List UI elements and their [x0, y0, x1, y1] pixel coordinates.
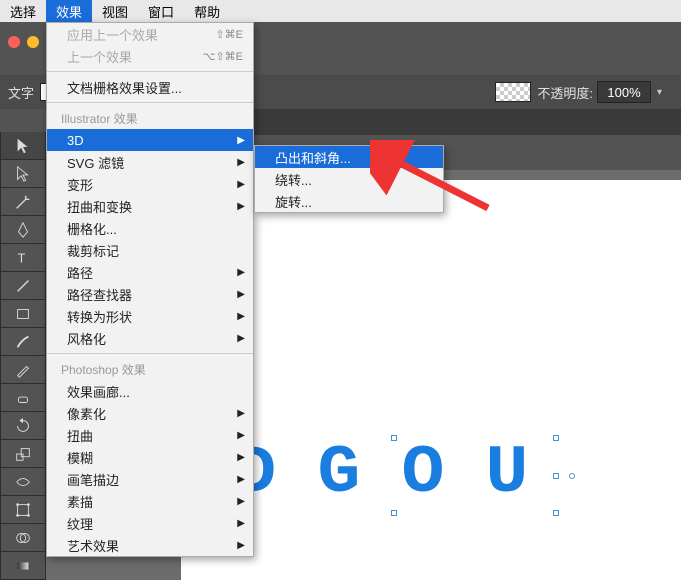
menu-select[interactable]: 选择 [0, 0, 46, 23]
menu-rotate-3d[interactable]: 旋转... [255, 190, 443, 212]
tool-gradient[interactable] [0, 552, 46, 580]
tool-scale[interactable] [0, 440, 46, 468]
menu-warp[interactable]: 变形▶ [47, 173, 253, 195]
menu-view[interactable]: 视图 [92, 0, 138, 23]
menu-brush-strokes[interactable]: 画笔描边▶ [47, 468, 253, 490]
tool-shape-builder[interactable] [0, 524, 46, 552]
tool-rect[interactable] [0, 300, 46, 328]
menu-sketch[interactable]: 素描▶ [47, 490, 253, 512]
menu-rasterize[interactable]: 栅格化... [47, 217, 253, 239]
menu-convert-shape[interactable]: 转换为形状▶ [47, 305, 253, 327]
effects-menu: 应用上一个效果⇧⌘E 上一个效果⌥⇧⌘E 文档栅格效果设置... Illustr… [46, 22, 254, 557]
tool-rotate[interactable] [0, 412, 46, 440]
menu-svg-filters[interactable]: SVG 滤镜▶ [47, 151, 253, 173]
menu-last-effect: 上一个效果⌥⇧⌘E [47, 45, 253, 67]
menu-pathfinder[interactable]: 路径查找器▶ [47, 283, 253, 305]
menu-effects[interactable]: 效果 [46, 0, 92, 23]
tool-line[interactable] [0, 272, 46, 300]
menu-doc-raster-settings[interactable]: 文档栅格效果设置... [47, 76, 253, 98]
selection-center[interactable] [569, 473, 575, 479]
opacity-swatch[interactable] [495, 82, 531, 102]
menu-3d[interactable]: 3D▶ [47, 129, 253, 151]
menu-distort[interactable]: 扭曲▶ [47, 424, 253, 446]
opacity-stepper-icon[interactable]: ▾ [657, 87, 671, 98]
opacity-input[interactable]: 100% [597, 81, 651, 103]
submenu-3d: 凸出和斜角... 绕转... 旋转... [254, 145, 444, 213]
menu-extrude-bevel[interactable]: 凸出和斜角... [255, 146, 443, 168]
tool-free-transform[interactable] [0, 496, 46, 524]
menu-help[interactable]: 帮助 [184, 0, 230, 23]
separator [47, 353, 253, 354]
glyph: O [387, 440, 461, 506]
left-context-label: 文字 [8, 83, 34, 102]
menu-blur[interactable]: 模糊▶ [47, 446, 253, 468]
os-menubar: 选择 效果 视图 窗口 帮助 [0, 0, 681, 22]
menu-apply-last-effect: 应用上一个效果⇧⌘E [47, 23, 253, 45]
artboard[interactable]: D G O U [181, 180, 681, 580]
menu-crop-marks[interactable]: 裁剪标记 [47, 239, 253, 261]
tool-selection[interactable] [0, 132, 46, 160]
menu-path[interactable]: 路径▶ [47, 261, 253, 283]
toolbox: T [0, 132, 46, 580]
minimize-button[interactable] [27, 36, 39, 48]
menu-artistic[interactable]: 艺术效果▶ [47, 534, 253, 556]
separator [47, 71, 253, 72]
glyph: G [303, 440, 377, 506]
svg-text:T: T [18, 251, 26, 265]
menu-header-illustrator: Illustrator 效果 [47, 107, 253, 129]
selection-handle[interactable] [553, 435, 559, 441]
opacity-label: 不透明度: [537, 83, 593, 102]
selected-text-object[interactable]: D G O U [221, 440, 543, 506]
tool-brush[interactable] [0, 328, 46, 356]
close-button[interactable] [8, 36, 20, 48]
menu-distort-transform[interactable]: 扭曲和变换▶ [47, 195, 253, 217]
menu-pixelate[interactable]: 像素化▶ [47, 402, 253, 424]
selection-handle[interactable] [553, 510, 559, 516]
tool-wand[interactable] [0, 188, 46, 216]
tool-type[interactable]: T [0, 244, 46, 272]
menu-revolve[interactable]: 绕转... [255, 168, 443, 190]
tool-eraser[interactable] [0, 384, 46, 412]
selection-handle[interactable] [553, 473, 559, 479]
tool-direct-select[interactable] [0, 160, 46, 188]
menu-effect-gallery[interactable]: 效果画廊... [47, 380, 253, 402]
selection-handle[interactable] [391, 510, 397, 516]
menu-texture[interactable]: 纹理▶ [47, 512, 253, 534]
separator [47, 102, 253, 103]
menu-stylize[interactable]: 风格化▶ [47, 327, 253, 349]
selection-handle[interactable] [391, 435, 397, 441]
glyph: U [471, 440, 545, 506]
menu-header-photoshop: Photoshop 效果 [47, 358, 253, 380]
tool-width[interactable] [0, 468, 46, 496]
tool-pencil[interactable] [0, 356, 46, 384]
menu-window[interactable]: 窗口 [138, 0, 184, 23]
tool-pen[interactable] [0, 216, 46, 244]
